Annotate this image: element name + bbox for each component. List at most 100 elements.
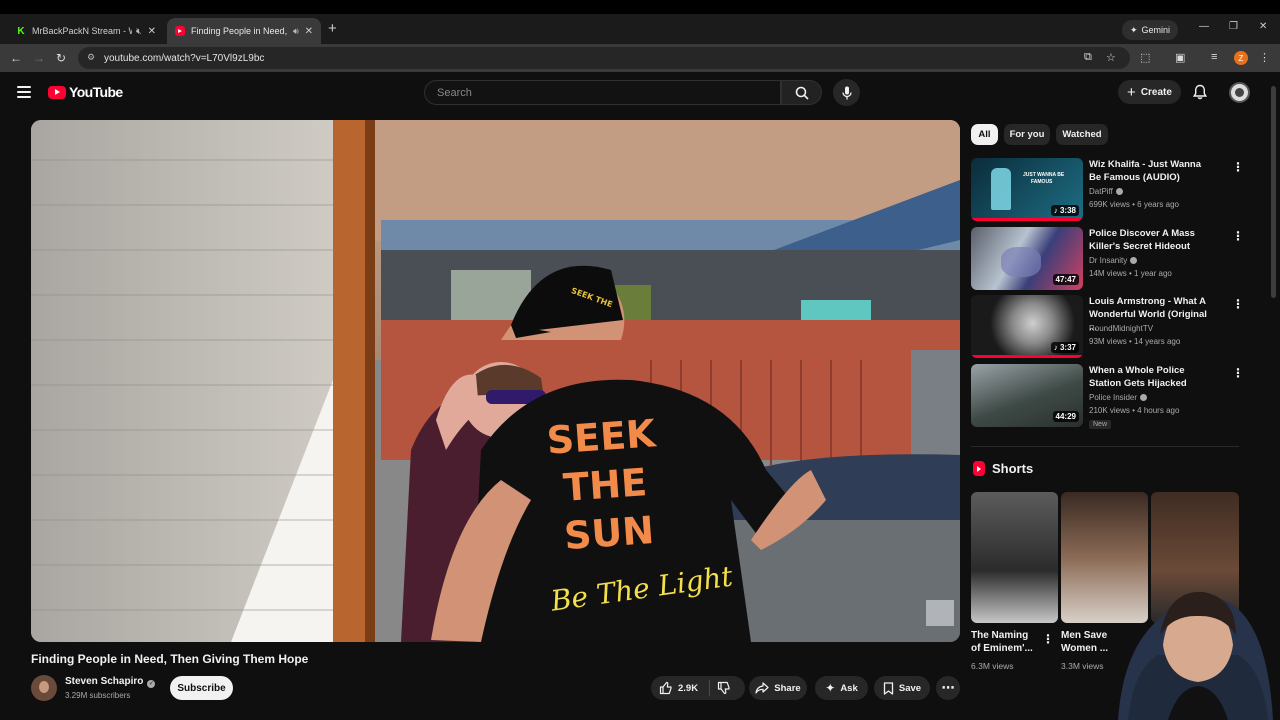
recommended-video[interactable]: ♪ 3:37 Louis Armstrong - What A Wonderfu…	[971, 295, 1246, 359]
ask-label: Ask	[840, 682, 858, 694]
new-tab-button[interactable]: +	[328, 20, 337, 37]
youtube-logo[interactable]: YouTube	[48, 84, 123, 100]
more-vertical-icon[interactable]: ⋮	[1232, 160, 1244, 174]
create-button[interactable]: + Create	[1118, 80, 1181, 104]
subscriber-count: 3.29M subscribers	[65, 691, 131, 700]
video-title[interactable]: Police Discover A Mass Killer's Secret H…	[1089, 227, 1215, 253]
webcam-overlay	[1098, 560, 1280, 720]
url-text: youtube.com/watch?v=L70Vl9zL9bc	[104, 52, 265, 64]
subscribe-button[interactable]: Subscribe	[170, 676, 233, 700]
thumbnail-figure	[1001, 247, 1041, 277]
more-vertical-icon[interactable]: ⋮	[1232, 366, 1244, 380]
close-window-icon[interactable]: ✕	[1259, 21, 1267, 32]
save-button[interactable]: Save	[874, 676, 930, 700]
split-view-icon[interactable]: ▣	[1175, 51, 1185, 64]
short-title[interactable]: The Naming of Eminem'...	[971, 629, 1037, 655]
back-arrow-icon[interactable]: ←	[10, 51, 22, 65]
video-title: Finding People in Need, Then Giving Them…	[31, 652, 309, 666]
video-thumbnail[interactable]: ♪ 3:37	[971, 295, 1083, 358]
more-vertical-icon[interactable]: ⋮	[1042, 632, 1054, 646]
ask-button[interactable]: ✦ Ask	[815, 676, 868, 700]
chip-for-you[interactable]: For you	[1004, 124, 1050, 145]
duration-text: 47:47	[1055, 275, 1076, 284]
browser-tab-strip: K MrBackPackN Stream - Wa 🔇︎ ✕ Finding P…	[0, 0, 1280, 44]
channel-name[interactable]: Police Insider	[1089, 393, 1148, 402]
like-dislike-group: 2.9K	[651, 676, 745, 700]
recommended-video[interactable]: JUST WANNA BE FAMOUS ♪ 3:38 Wiz Khalifa …	[971, 158, 1246, 222]
reload-icon[interactable]: ↻	[56, 51, 66, 65]
extensions-icon[interactable]: ⬚	[1140, 51, 1150, 64]
search-input[interactable]: Search	[424, 80, 781, 105]
video-meta: 210K views • 4 hours ago	[1089, 406, 1180, 415]
tab-youtube-video[interactable]: Finding People in Need, The 🔊︎ ✕	[167, 18, 321, 44]
channel-name[interactable]: Dr Insanity	[1089, 256, 1138, 265]
duration-text: 44:29	[1055, 412, 1076, 421]
hamburger-menu-icon[interactable]	[17, 86, 31, 98]
thumbnail-caption: JUST WANNA BE	[1023, 172, 1065, 178]
chip-all[interactable]: All	[971, 124, 998, 145]
chrome-menu-icon[interactable]: ⋮	[1259, 51, 1270, 64]
chip-watched[interactable]: Watched	[1056, 124, 1108, 145]
logo-text: YouTube	[69, 84, 123, 100]
gemini-button[interactable]: ✦ Gemini	[1122, 20, 1179, 40]
short-thumbnail[interactable]	[971, 492, 1058, 623]
media-controls-icon[interactable]: ≡	[1211, 51, 1217, 63]
shorts-icon	[973, 461, 985, 476]
shirt-print-line: THE	[562, 460, 649, 510]
like-button[interactable]: 2.9K	[659, 681, 698, 695]
channel-name-link[interactable]: Steven Schapiro ✓	[65, 676, 156, 688]
minimize-window-icon[interactable]: —	[1199, 21, 1209, 32]
duration-text: 3:37	[1059, 343, 1076, 352]
video-player[interactable]: SEEK THE SUN Be The Light SEEK THE	[31, 120, 960, 642]
speaker-icon[interactable]: 🔊︎	[293, 26, 299, 37]
channel-text: DatPiff	[1089, 187, 1113, 196]
video-meta: 14M views • 1 year ago	[1089, 269, 1172, 278]
notifications-bell-icon[interactable]	[1192, 84, 1208, 100]
youtube-icon	[175, 26, 185, 36]
recommended-video[interactable]: 44:29 When a Whole Police Station Gets H…	[971, 364, 1246, 434]
browser-profile-avatar[interactable]: Z	[1234, 51, 1248, 65]
page-scrollbar[interactable]	[1271, 86, 1276, 298]
video-thumbnail[interactable]: 44:29	[971, 364, 1083, 427]
site-info-icon[interactable]: ⚙	[87, 52, 97, 62]
close-tab-icon[interactable]: ✕	[148, 26, 156, 37]
share-arrow-icon	[755, 682, 769, 694]
recommended-video[interactable]: 47:47 Police Discover A Mass Killer's Se…	[971, 227, 1246, 291]
forward-arrow-icon[interactable]: →	[33, 51, 45, 65]
plus-icon: +	[1127, 83, 1136, 101]
duration-badge: ♪ 3:37	[1050, 342, 1079, 353]
tab-title: MrBackPackN Stream - Wa	[32, 26, 132, 36]
section-divider	[971, 446, 1239, 447]
duration-badge: ♪ 3:38	[1050, 205, 1079, 216]
tab-kick-stream[interactable]: K MrBackPackN Stream - Wa 🔇︎ ✕	[8, 18, 164, 44]
bookmark-star-icon[interactable]: ☆	[1106, 51, 1116, 64]
more-actions-button[interactable]: ⋯	[936, 676, 960, 700]
channel-name[interactable]: RoundMidnightTV	[1089, 324, 1153, 333]
kick-icon: K	[17, 25, 25, 37]
channel-avatar[interactable]	[31, 675, 57, 701]
sparkle-icon: ✦	[1130, 24, 1138, 35]
video-frame: SEEK THE SUN Be The Light SEEK THE	[31, 120, 960, 642]
channel-name[interactable]: DatPiff	[1089, 187, 1123, 196]
search-button[interactable]	[781, 80, 822, 105]
duration-badge: 47:47	[1052, 274, 1079, 285]
video-thumbnail[interactable]: 47:47	[971, 227, 1083, 290]
like-divider	[709, 680, 710, 696]
muted-speaker-icon[interactable]: 🔇︎	[136, 26, 142, 37]
duration-badge: 44:29	[1052, 411, 1079, 422]
account-avatar[interactable]	[1229, 82, 1250, 103]
install-app-icon[interactable]: ⧉	[1084, 51, 1092, 64]
address-bar[interactable]: ⚙ youtube.com/watch?v=L70Vl9zL9bc ⧉ ☆	[78, 47, 1130, 69]
close-tab-icon[interactable]: ✕	[305, 26, 313, 37]
thumbs-down-icon[interactable]	[717, 681, 731, 695]
video-title[interactable]: When a Whole Police Station Gets Hijacke…	[1089, 364, 1215, 390]
restore-window-icon[interactable]: ❐	[1229, 21, 1238, 32]
more-vertical-icon[interactable]: ⋮	[1232, 229, 1244, 243]
voice-search-button[interactable]	[833, 79, 860, 106]
video-meta: 699K views • 6 years ago	[1089, 200, 1179, 209]
channel-text: Police Insider	[1089, 393, 1138, 402]
video-title[interactable]: Wiz Khalifa - Just Wanna Be Famous (AUDI…	[1089, 158, 1215, 184]
more-vertical-icon[interactable]: ⋮	[1232, 297, 1244, 311]
share-button[interactable]: Share	[749, 676, 807, 700]
video-thumbnail[interactable]: JUST WANNA BE FAMOUS ♪ 3:38	[971, 158, 1083, 221]
